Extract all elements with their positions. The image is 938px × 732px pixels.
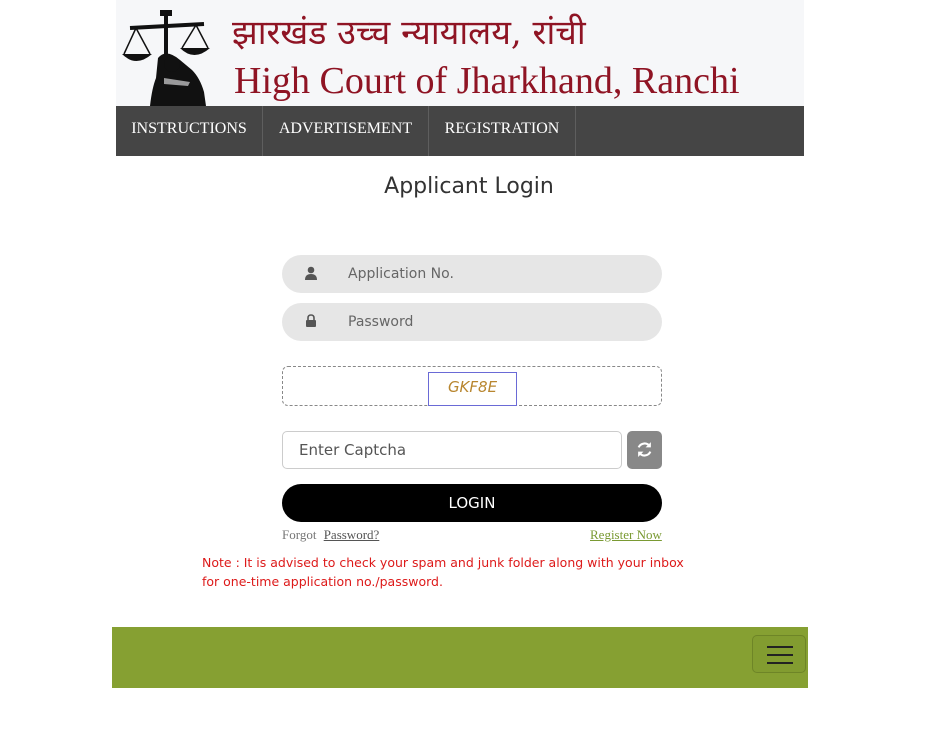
hamburger-line bbox=[767, 646, 793, 648]
lock-icon bbox=[306, 314, 316, 327]
user-icon bbox=[305, 266, 317, 280]
menu-toggle-button[interactable] bbox=[752, 635, 806, 673]
refresh-captcha-button[interactable] bbox=[627, 431, 662, 469]
site-title-english: High Court of Jharkhand, Ranchi bbox=[234, 60, 740, 102]
forgot-password-link[interactable]: Password? bbox=[324, 527, 380, 542]
main-nav: INSTRUCTIONS ADVERTISEMENT REGISTRATION bbox=[116, 106, 804, 156]
hamburger-line bbox=[767, 654, 793, 656]
refresh-icon bbox=[637, 442, 652, 457]
site-header: झारखंड उच्च न्यायालय, रांची High Court o… bbox=[116, 0, 804, 106]
captcha-input[interactable] bbox=[282, 431, 622, 469]
hamburger-line bbox=[767, 662, 793, 664]
forgot-label: Forgot bbox=[282, 527, 317, 542]
password-field bbox=[282, 303, 662, 341]
captcha-image: GKF8E bbox=[428, 372, 517, 406]
nav-item-instructions[interactable]: INSTRUCTIONS bbox=[116, 106, 263, 156]
captcha-container: GKF8E bbox=[282, 366, 662, 406]
login-button[interactable]: LOGIN bbox=[282, 484, 662, 522]
page-title: Applicant Login bbox=[384, 174, 554, 199]
site-title-hindi: झारखंड उच्च न्यायालय, रांची bbox=[232, 13, 586, 53]
nav-item-advertisement[interactable]: ADVERTISEMENT bbox=[263, 106, 429, 156]
password-input[interactable] bbox=[348, 303, 648, 341]
footer-bar bbox=[112, 627, 808, 688]
spam-note: Note : It is advised to check your spam … bbox=[202, 555, 684, 589]
application-no-input[interactable] bbox=[348, 255, 648, 293]
register-now-link[interactable]: Register Now bbox=[590, 527, 662, 543]
scales-of-justice-icon bbox=[122, 10, 210, 106]
application-no-field bbox=[282, 255, 662, 293]
forgot-password: Forgot Password? bbox=[282, 527, 379, 543]
nav-item-registration[interactable]: REGISTRATION bbox=[429, 106, 576, 156]
